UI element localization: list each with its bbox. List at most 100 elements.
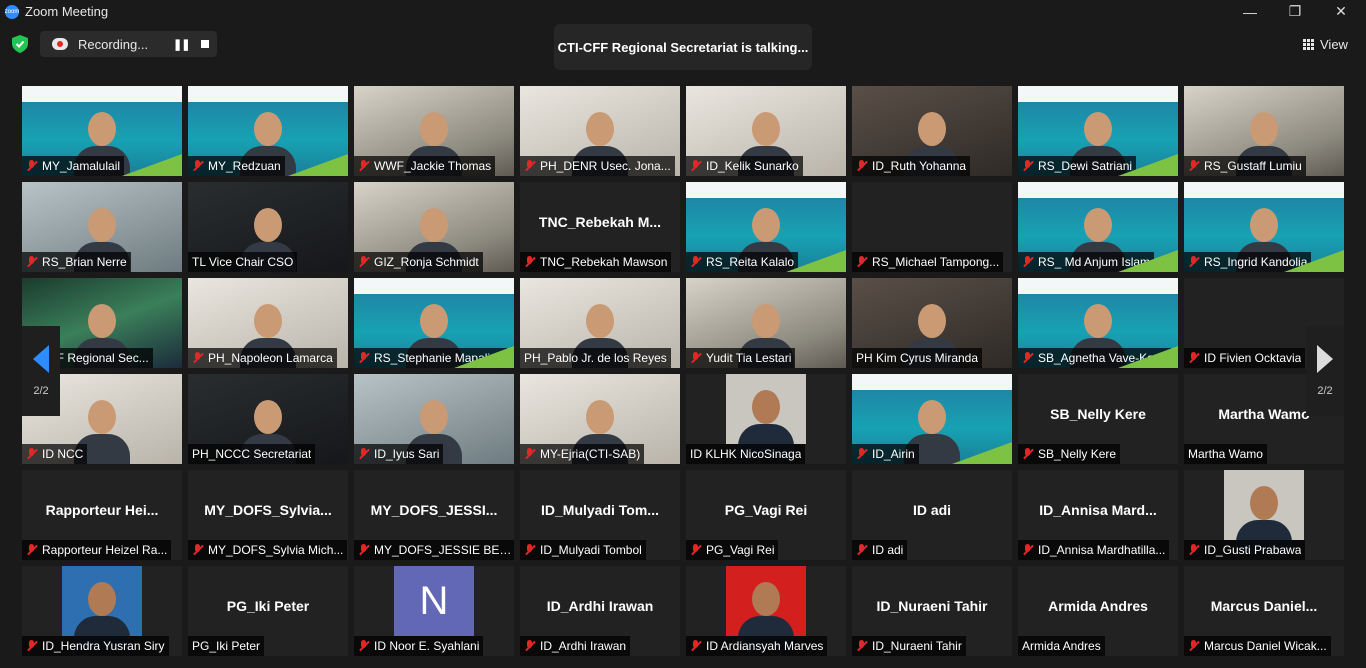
- shield-icon[interactable]: [12, 35, 28, 53]
- participant-name: MY_DOFS_Sylvia Mich...: [208, 543, 344, 557]
- pause-recording-button[interactable]: ❚❚: [173, 38, 190, 51]
- participant-name: ID_Hendra Yusran Siry: [42, 639, 165, 653]
- participant-tile[interactable]: ID_Mulyadi Tom... ID_Mulyadi Tombol: [520, 470, 680, 560]
- participant-tile[interactable]: WWF_Jackie Thomas: [354, 86, 514, 176]
- participant-name: MY_Jamalulail: [42, 159, 121, 173]
- participant-name: ID Ardiansyah Marves: [706, 639, 824, 653]
- participant-tile[interactable]: RS_ Md Anjum Islam: [1018, 182, 1178, 272]
- participant-tile[interactable]: SB_Agnetha Vave-Kar...: [1018, 278, 1178, 368]
- mic-muted-icon: [25, 447, 39, 461]
- participant-name-tag: ID adi: [852, 540, 908, 560]
- participant-tile[interactable]: PH_Pablo Jr. de los Reyes: [520, 278, 680, 368]
- next-page-button[interactable]: 2/2: [1306, 326, 1344, 416]
- mic-muted-icon: [1187, 639, 1201, 653]
- participant-tile[interactable]: ID_Iyus Sari: [354, 374, 514, 464]
- participant-name-tag: MY_DOFS_Sylvia Mich...: [188, 540, 348, 560]
- participant-tile[interactable]: ID_Ardhi Irawan ID_Ardhi Irawan: [520, 566, 680, 656]
- participant-tile[interactable]: TNC_Rebekah M... TNC_Rebekah Mawson: [520, 182, 680, 272]
- mic-muted-icon: [191, 159, 205, 173]
- participant-display-name: ID_Mulyadi Tom...: [541, 502, 659, 518]
- participant-tile[interactable]: SB_Nelly Kere SB_Nelly Kere: [1018, 374, 1178, 464]
- participant-name-tag: ID_Gusti Prabawa: [1184, 540, 1306, 560]
- participant-name: ID_Iyus Sari: [374, 447, 440, 461]
- participant-name-tag: Rapporteur Heizel Ra...: [22, 540, 172, 560]
- participant-name: RS_Stephanie Mapaliey: [374, 351, 503, 365]
- participant-tile[interactable]: MY-Ejria(CTI-SAB): [520, 374, 680, 464]
- participant-tile[interactable]: PH_DENR Usec. Jona...: [520, 86, 680, 176]
- participant-tile[interactable]: RS_Michael Tampong...: [852, 182, 1012, 272]
- participant-tile[interactable]: MY_DOFS_JESSI... MY_DOFS_JESSIE BELI...: [354, 470, 514, 560]
- participant-name: ID_Nuraeni Tahir: [872, 639, 962, 653]
- participant-tile[interactable]: Yudit Tia Lestari: [686, 278, 846, 368]
- participant-tile[interactable]: RS_Brian Nerre: [22, 182, 182, 272]
- participant-tile[interactable]: PH Kim Cyrus Miranda: [852, 278, 1012, 368]
- participant-tile[interactable]: GIZ_Ronja Schmidt: [354, 182, 514, 272]
- participant-tile[interactable]: Armida Andres Armida Andres: [1018, 566, 1178, 656]
- participant-tile[interactable]: ID_Hendra Yusran Siry: [22, 566, 182, 656]
- participant-tile[interactable]: RS_Ingrid Kandolia: [1184, 182, 1344, 272]
- participant-name: GIZ_Ronja Schmidt: [374, 255, 479, 269]
- participant-display-name: ID adi: [912, 502, 952, 518]
- participant-tile[interactable]: ID_Gusti Prabawa: [1184, 470, 1344, 560]
- recording-indicator: Recording... ❚❚: [40, 31, 217, 57]
- participant-tile[interactable]: MY_Redzuan: [188, 86, 348, 176]
- participant-tile[interactable]: ID_Nuraeni Tahir ID_Nuraeni Tahir: [852, 566, 1012, 656]
- participant-tile[interactable]: RS_Reita Kalalo: [686, 182, 846, 272]
- participant-name-tag: PH_Napoleon Lamarca: [188, 348, 337, 368]
- participant-name: PH Kim Cyrus Miranda: [856, 351, 979, 365]
- participant-tile[interactable]: PG_Iki Peter PG_Iki Peter: [188, 566, 348, 656]
- participant-tile[interactable]: ID_Kelik Sunarko: [686, 86, 846, 176]
- participant-name-tag: ID_Hendra Yusran Siry: [22, 636, 169, 656]
- participant-display-name: Marcus Daniel...: [1210, 598, 1318, 614]
- close-button[interactable]: ✕: [1318, 0, 1364, 23]
- profile-picture: N: [394, 566, 474, 636]
- participant-tile[interactable]: N ID Noor E. Syahlani: [354, 566, 514, 656]
- mic-muted-icon: [1021, 255, 1035, 269]
- mic-muted-icon: [357, 255, 371, 269]
- participant-tile[interactable]: RS_Stephanie Mapaliey: [354, 278, 514, 368]
- mic-muted-icon: [523, 255, 537, 269]
- participant-name: ID_Mulyadi Tombol: [540, 543, 642, 557]
- mic-muted-icon: [191, 543, 205, 557]
- participant-tile[interactable]: Rapporteur Hei... Rapporteur Heizel Ra...: [22, 470, 182, 560]
- mic-muted-icon: [25, 543, 39, 557]
- participant-name: Armida Andres: [1022, 639, 1101, 653]
- participant-name-tag: SB_Agnetha Vave-Kar...: [1018, 348, 1172, 368]
- minimize-button[interactable]: —: [1227, 0, 1273, 23]
- participant-tile[interactable]: TL Vice Chair CSO: [188, 182, 348, 272]
- participant-tile[interactable]: ID Ardiansyah Marves: [686, 566, 846, 656]
- participant-name-tag: ID Ardiansyah Marves: [686, 636, 828, 656]
- participant-name: ID_Ardhi Irawan: [540, 639, 627, 653]
- participant-tile[interactable]: ID_Ruth Yohanna: [852, 86, 1012, 176]
- participant-name-tag: PH_Pablo Jr. de los Reyes: [520, 348, 671, 368]
- view-button[interactable]: View: [1303, 35, 1348, 53]
- participant-tile[interactable]: RS_Gustaff Lumiu: [1184, 86, 1344, 176]
- participant-name: RS_Reita Kalalo: [706, 255, 795, 269]
- participant-tile[interactable]: ID adi ID adi: [852, 470, 1012, 560]
- participant-name: TL Vice Chair CSO: [192, 255, 294, 269]
- participant-name: ID NCC: [42, 447, 84, 461]
- mic-muted-icon: [523, 447, 537, 461]
- participant-tile[interactable]: PG_Vagi Rei PG_Vagi Rei: [686, 470, 846, 560]
- participant-name-tag: MY_Redzuan: [188, 156, 285, 176]
- mic-muted-icon: [523, 639, 537, 653]
- participant-tile[interactable]: MY_Jamalulail: [22, 86, 182, 176]
- participant-tile[interactable]: RS_Dewi Satriani: [1018, 86, 1178, 176]
- participant-tile[interactable]: PH_NCCC Secretariat: [188, 374, 348, 464]
- stop-recording-button[interactable]: [201, 40, 209, 48]
- previous-page-button[interactable]: 2/2: [22, 326, 60, 416]
- participant-tile[interactable]: Marcus Daniel... Marcus Daniel Wicak...: [1184, 566, 1344, 656]
- participant-tile[interactable]: MY_DOFS_Sylvia... MY_DOFS_Sylvia Mich...: [188, 470, 348, 560]
- participant-tile[interactable]: ID KLHK NicoSinaga: [686, 374, 846, 464]
- maximize-button[interactable]: ❐: [1272, 0, 1318, 23]
- mic-muted-icon: [523, 159, 537, 173]
- participant-tile[interactable]: PH_Napoleon Lamarca: [188, 278, 348, 368]
- window-title: Zoom Meeting: [25, 4, 109, 19]
- participant-tile[interactable]: ID_Annisa Mard... ID_Annisa Mardhatilla..…: [1018, 470, 1178, 560]
- participant-display-name: ID_Ardhi Irawan: [546, 598, 654, 614]
- mic-muted-icon: [1021, 447, 1035, 461]
- participant-name: PH_NCCC Secretariat: [192, 447, 312, 461]
- participant-tile[interactable]: ID_Airin: [852, 374, 1012, 464]
- participant-name-tag: MY_Jamalulail: [22, 156, 125, 176]
- profile-picture: [1224, 470, 1304, 554]
